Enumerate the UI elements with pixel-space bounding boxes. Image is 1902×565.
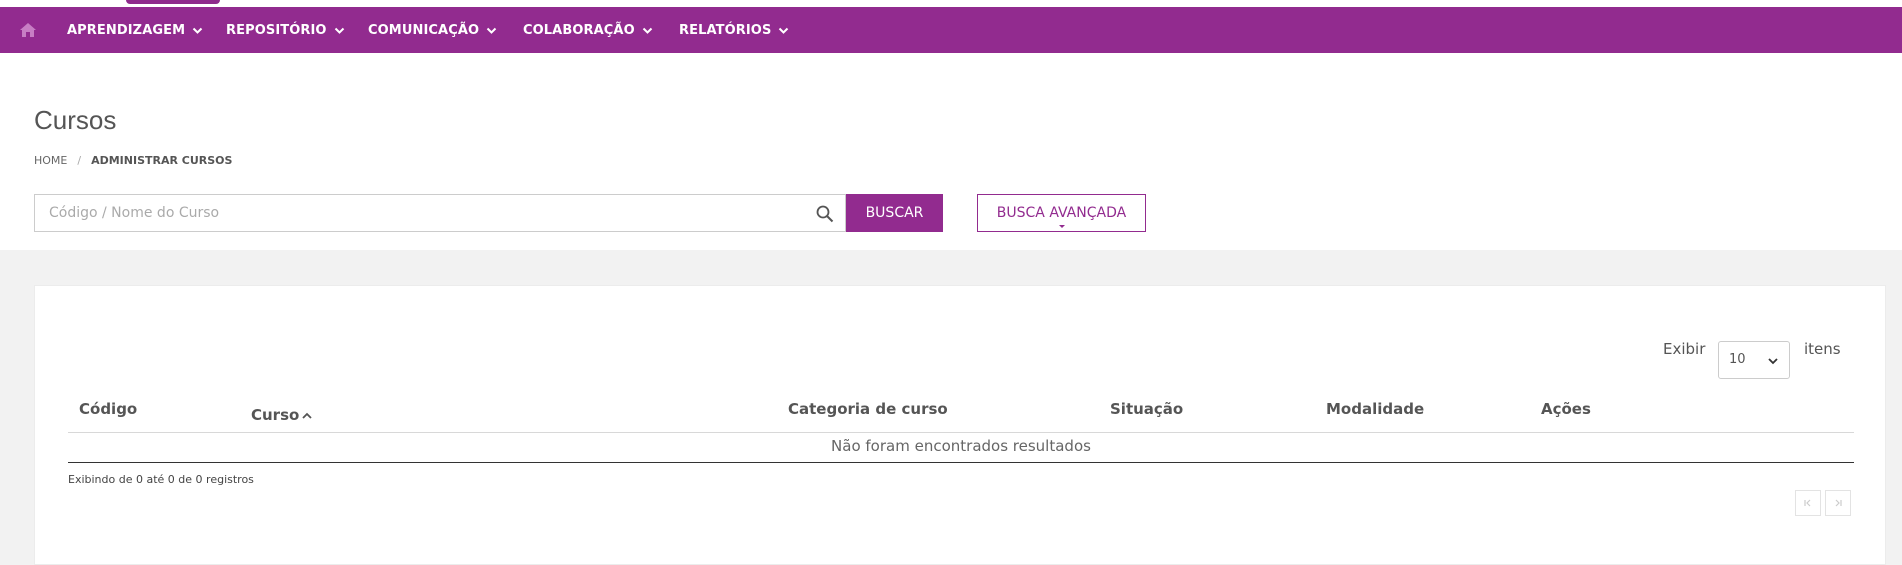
nav-item-label: APRENDIZAGEM <box>67 22 186 38</box>
chevron-down-icon <box>1768 358 1778 365</box>
last-page-button[interactable] <box>1825 490 1851 516</box>
page-title: Cursos <box>34 105 117 135</box>
table-header-divider <box>68 432 1854 433</box>
home-icon[interactable] <box>19 21 37 39</box>
breadcrumb-current: ADMINISTRAR CURSOS <box>91 154 233 167</box>
chevron-down-icon <box>192 27 203 34</box>
nav-item-label: REPOSITÓRIO <box>226 22 327 38</box>
nav-item-colaboracao[interactable]: COLABORAÇÃO <box>523 7 653 53</box>
first-page-icon <box>1804 499 1811 507</box>
column-header-situacao[interactable]: Situação <box>1110 400 1183 418</box>
search-box <box>34 194 846 232</box>
sort-ascending-icon[interactable] <box>301 410 313 422</box>
nav-item-label: COLABORAÇÃO <box>523 22 635 38</box>
chevron-down-icon <box>334 27 344 34</box>
column-header-curso[interactable]: Curso <box>251 406 299 424</box>
column-header-codigo[interactable]: Código <box>79 400 137 418</box>
nav-item-label: COMUNICAÇÃO <box>368 22 480 38</box>
empty-results-message: Não foram encontrados resultados <box>831 437 1091 455</box>
items-label: itens <box>1804 340 1841 358</box>
page-size-select[interactable]: 10 <box>1718 341 1790 379</box>
advanced-search-button[interactable]: BUSCA AVANÇADA <box>977 194 1146 232</box>
main-navbar: APRENDIZAGEM REPOSITÓRIO COMUNICAÇÃO COL… <box>0 7 1902 53</box>
nav-item-repositorio[interactable]: REPOSITÓRIO <box>226 7 345 53</box>
breadcrumb-separator: / <box>77 154 82 167</box>
search-icon[interactable] <box>815 204 835 224</box>
chevron-down-icon <box>779 27 789 34</box>
chevron-down-icon <box>486 27 497 34</box>
results-card <box>34 285 1886 565</box>
caret-down-icon <box>1059 225 1065 228</box>
nav-item-label: RELATÓRIOS <box>679 22 772 38</box>
page-header: Cursos HOME / ADMINISTRAR CURSOS BUSCAR … <box>0 53 1902 250</box>
search-button[interactable]: BUSCAR <box>846 194 943 232</box>
nav-item-aprendizagem[interactable]: APRENDIZAGEM <box>67 7 203 53</box>
column-header-acoes: Ações <box>1541 400 1591 418</box>
column-header-categoria[interactable]: Categoria de curso <box>788 400 948 418</box>
top-tab-indicator <box>126 0 220 4</box>
nav-item-relatorios[interactable]: RELATÓRIOS <box>679 7 789 53</box>
nav-item-comunicacao[interactable]: COMUNICAÇÃO <box>368 7 497 53</box>
breadcrumb: HOME / ADMINISTRAR CURSOS <box>34 154 232 167</box>
column-header-modalidade[interactable]: Modalidade <box>1326 400 1424 418</box>
breadcrumb-home[interactable]: HOME <box>34 154 67 167</box>
table-bottom-divider <box>68 462 1854 463</box>
search-input[interactable] <box>47 204 791 222</box>
page-size-label: Exibir <box>1663 340 1706 358</box>
top-strip <box>0 0 1902 7</box>
table-info: Exibindo de 0 até 0 de 0 registros <box>68 473 254 486</box>
last-page-icon <box>1835 499 1842 507</box>
first-page-button[interactable] <box>1795 490 1821 516</box>
chevron-down-icon <box>642 27 652 34</box>
page-size-value: 10 <box>1729 352 1746 367</box>
advanced-search-label: BUSCA AVANÇADA <box>996 205 1127 221</box>
